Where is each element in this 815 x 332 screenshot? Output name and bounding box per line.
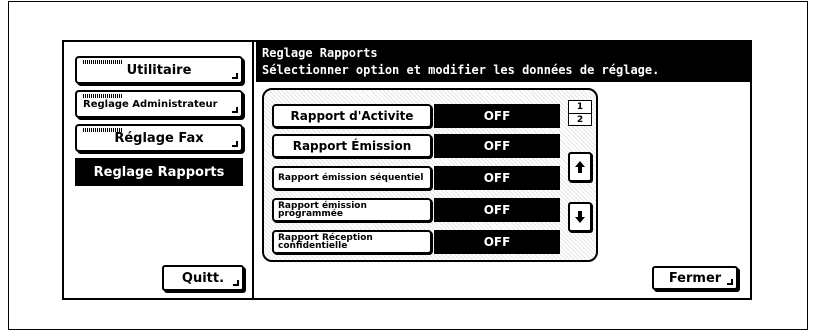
list-item: Rapport d'Activite OFF: [272, 104, 562, 128]
option-value: OFF: [434, 104, 560, 128]
tab-stripe: [83, 94, 123, 98]
option-value: OFF: [434, 166, 560, 190]
sidebar-item-label: Reglage Rapports: [93, 164, 225, 180]
corner-icon: [232, 73, 238, 79]
corner-icon: [233, 280, 239, 286]
sidebar-item-label: Reglage Administrateur: [83, 98, 218, 110]
option-value: OFF: [434, 198, 560, 222]
option-label: Rapport émission programmée: [278, 201, 367, 219]
corner-icon: [727, 279, 733, 285]
page-title: Reglage Rapports: [262, 46, 378, 60]
close-button[interactable]: Fermer: [652, 266, 738, 290]
option-rapport-emission-button[interactable]: Rapport Émission: [272, 134, 432, 158]
corner-icon: [232, 141, 238, 147]
option-rapport-confidentielle-button[interactable]: Rapport Réception confidentielle: [272, 230, 432, 254]
option-rapport-activite-button[interactable]: Rapport d'Activite: [272, 104, 432, 128]
list-item: Rapport émission séquentiel OFF: [272, 166, 562, 190]
arrow-up-icon: [575, 161, 585, 173]
sidebar-item-label: Utilitaire: [126, 62, 192, 78]
option-rapport-sequentiel-button[interactable]: Rapport émission séquentiel: [272, 166, 432, 190]
sidebar: Utilitaire Reglage Administrateur Réglag…: [64, 42, 254, 298]
option-label: Rapport émission séquentiel: [278, 173, 424, 183]
page-subtitle: Sélectionner option et modifier les donn…: [262, 63, 660, 77]
tab-stripe: [83, 60, 123, 64]
option-label: Rapport d'Activite: [290, 109, 414, 123]
sidebar-item-label: Réglage Fax: [114, 130, 204, 146]
sidebar-item-utilitaire[interactable]: Utilitaire: [75, 56, 243, 84]
arrow-down-icon: [575, 211, 585, 223]
option-label: Rapport Émission: [292, 139, 412, 153]
option-label: Rapport Réception confidentielle: [278, 233, 373, 251]
list-item: Rapport Réception confidentielle OFF: [272, 230, 562, 254]
option-value: OFF: [434, 134, 560, 158]
quit-button[interactable]: Quitt.: [162, 265, 244, 291]
option-value: OFF: [434, 230, 560, 254]
option-rapport-programmee-button[interactable]: Rapport émission programmée: [272, 198, 432, 222]
list-item: Rapport Émission OFF: [272, 134, 562, 158]
close-label: Fermer: [668, 270, 722, 286]
sidebar-item-administrateur[interactable]: Reglage Administrateur: [75, 90, 243, 118]
sidebar-item-rapports[interactable]: Reglage Rapports: [75, 158, 243, 186]
header: Reglage Rapports Sélectionner option et …: [256, 42, 750, 82]
page-indicator: 1 2: [568, 100, 592, 126]
sidebar-item-fax[interactable]: Réglage Fax: [75, 124, 243, 152]
quit-label: Quitt.: [181, 270, 225, 286]
options-list: Rapport d'Activite OFF Rapport Émission …: [262, 88, 598, 262]
page-total: 2: [576, 115, 584, 125]
scroll-down-button[interactable]: [568, 202, 592, 232]
list-item: Rapport émission programmée OFF: [272, 198, 562, 222]
page-current: 1: [569, 101, 591, 114]
scroll-up-button[interactable]: [568, 152, 592, 182]
